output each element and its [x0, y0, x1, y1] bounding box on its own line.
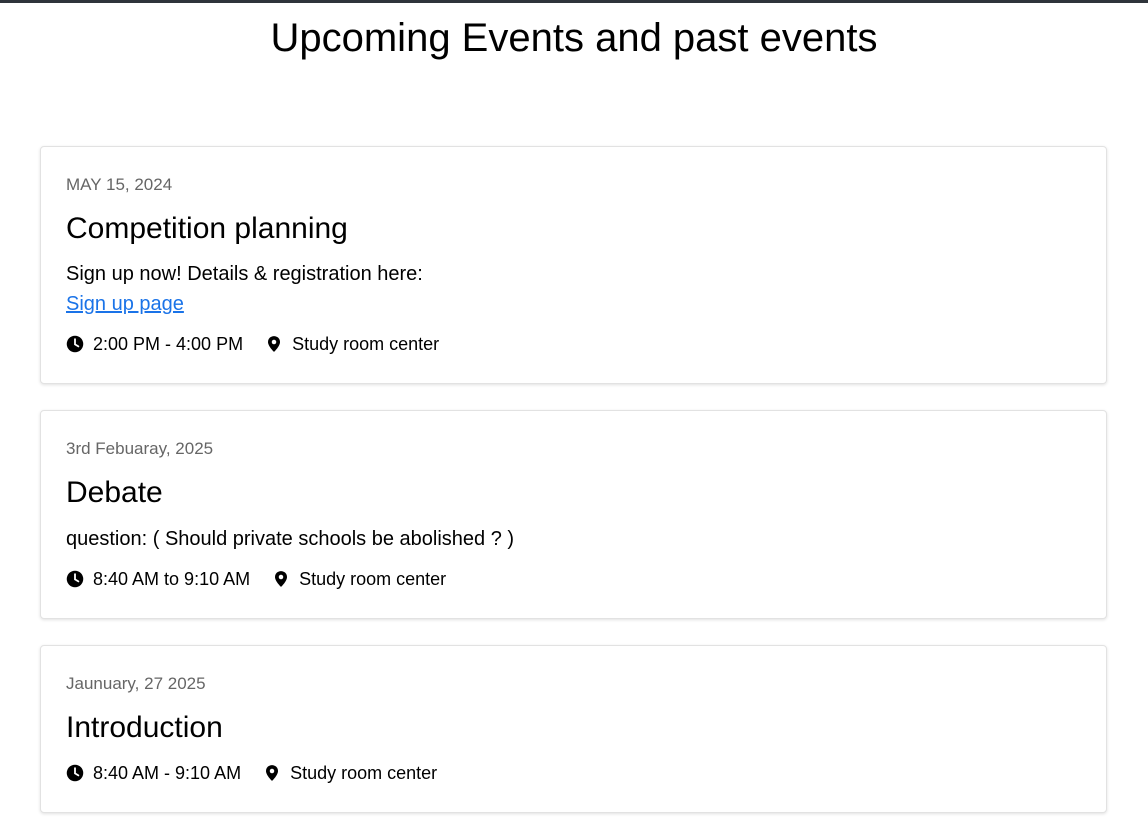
- event-card: 3rd Febuaray, 2025 Debate question: ( Sh…: [40, 410, 1107, 619]
- event-time: 8:40 AM - 9:10 AM: [93, 763, 242, 783]
- map-pin-icon: [265, 335, 283, 353]
- page-title: Upcoming Events and past events: [270, 16, 878, 60]
- event-title: Competition planning: [66, 212, 348, 245]
- event-title: Debate: [66, 476, 163, 509]
- event-date: MAY 15, 2024: [66, 175, 173, 194]
- event-location: Study room center: [290, 763, 438, 783]
- event-meta: 8:40 AM to 9:10 AM Study room center: [66, 568, 446, 590]
- top-border: [0, 0, 1148, 3]
- event-card: Jaunuary, 27 2025 Introduction 8:40 AM -…: [40, 645, 1107, 813]
- event-title: Introduction: [66, 711, 223, 744]
- event-card: MAY 15, 2024 Competition planning Sign u…: [40, 146, 1107, 384]
- event-date: Jaunuary, 27 2025: [66, 674, 206, 693]
- event-time: 8:40 AM to 9:10 AM: [93, 569, 251, 589]
- event-time: 2:00 PM - 4:00 PM: [93, 334, 244, 354]
- map-pin-icon: [263, 764, 281, 782]
- clock-icon: [66, 335, 84, 353]
- event-meta: 2:00 PM - 4:00 PM Study room center: [66, 333, 439, 355]
- event-location: Study room center: [299, 569, 447, 589]
- event-description: Sign up now! Details & registration here…: [66, 263, 423, 285]
- event-location: Study room center: [292, 334, 440, 354]
- clock-icon: [66, 570, 84, 588]
- event-description: question: ( Should private schools be ab…: [66, 528, 515, 550]
- event-date: 3rd Febuaray, 2025: [66, 439, 214, 458]
- sign-up-link[interactable]: Sign up page: [66, 292, 184, 316]
- map-pin-icon: [272, 570, 290, 588]
- event-meta: 8:40 AM - 9:10 AM Study room center: [66, 762, 437, 784]
- clock-icon: [66, 764, 84, 782]
